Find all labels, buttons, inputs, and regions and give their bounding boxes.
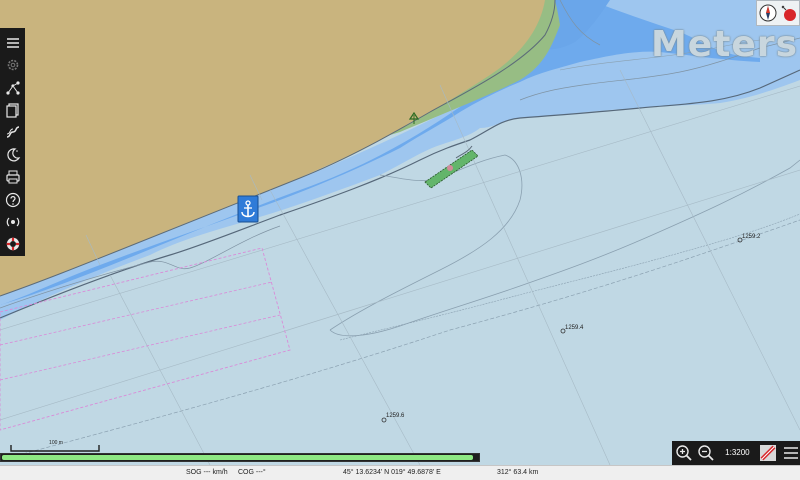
lifebuoy-icon bbox=[6, 238, 19, 251]
zoom-panel: 1:3200 bbox=[672, 441, 800, 465]
help-button[interactable] bbox=[3, 190, 23, 209]
compass-widget[interactable] bbox=[756, 0, 800, 26]
cog-readout: COG ---° bbox=[238, 469, 266, 476]
question-icon bbox=[5, 192, 20, 207]
print-button[interactable] bbox=[3, 167, 23, 186]
gear-icon bbox=[7, 59, 18, 71]
status-bar: SOG --- km/h COG ---° 45° 13.6234' N 019… bbox=[0, 465, 800, 480]
zoom-in-button[interactable] bbox=[675, 443, 694, 463]
chart-quilting-button[interactable] bbox=[758, 443, 778, 463]
anchorage-icon[interactable] bbox=[237, 195, 259, 223]
track-button[interactable] bbox=[3, 123, 23, 142]
left-toolbar bbox=[0, 28, 25, 256]
scale-bar-label: 100 m bbox=[49, 440, 63, 446]
settings-button[interactable] bbox=[3, 55, 23, 74]
chart-bar-icon bbox=[760, 445, 777, 461]
menu-icon bbox=[783, 447, 798, 459]
menu-button[interactable] bbox=[3, 33, 23, 52]
route-icon bbox=[5, 80, 20, 95]
sounding-label: 1259.6 bbox=[386, 413, 405, 419]
progress-fill bbox=[2, 455, 473, 460]
moon-icon bbox=[6, 148, 20, 162]
options-menu-button[interactable] bbox=[781, 443, 800, 463]
progress-bar bbox=[0, 453, 480, 462]
cursor-position-readout: 45° 13.6234' N 019° 49.6878' E bbox=[343, 469, 441, 476]
depth-units-label: Meters bbox=[650, 24, 798, 65]
menu-icon bbox=[6, 37, 19, 48]
ais-icon bbox=[6, 217, 19, 227]
track-icon bbox=[6, 126, 19, 139]
document-icon bbox=[5, 103, 19, 118]
documents-button[interactable] bbox=[3, 100, 23, 119]
zoom-out-button[interactable] bbox=[697, 443, 716, 463]
route-button[interactable] bbox=[3, 78, 23, 97]
zoom-in-icon bbox=[676, 445, 693, 461]
bearing-distance-readout: 312° 63.4 km bbox=[497, 469, 539, 476]
chart-scale-value[interactable]: 1:3200 bbox=[719, 444, 756, 462]
sounding-label: 1259.2 bbox=[742, 234, 761, 240]
compass-icon bbox=[759, 4, 777, 22]
sounding-label: 1259.4 bbox=[565, 325, 584, 331]
printer-icon bbox=[5, 170, 20, 184]
nautical-chart[interactable]: 1259.2 1259.4 1259.6 bbox=[0, 0, 800, 479]
tide-current-button[interactable] bbox=[3, 145, 23, 164]
scale-bar: 100 m bbox=[10, 440, 102, 452]
zoom-out-icon bbox=[698, 445, 714, 461]
man-overboard-button[interactable] bbox=[3, 235, 23, 254]
sog-readout: SOG --- km/h bbox=[186, 469, 228, 476]
gps-status-icon bbox=[781, 5, 796, 21]
ais-button[interactable] bbox=[3, 212, 23, 231]
